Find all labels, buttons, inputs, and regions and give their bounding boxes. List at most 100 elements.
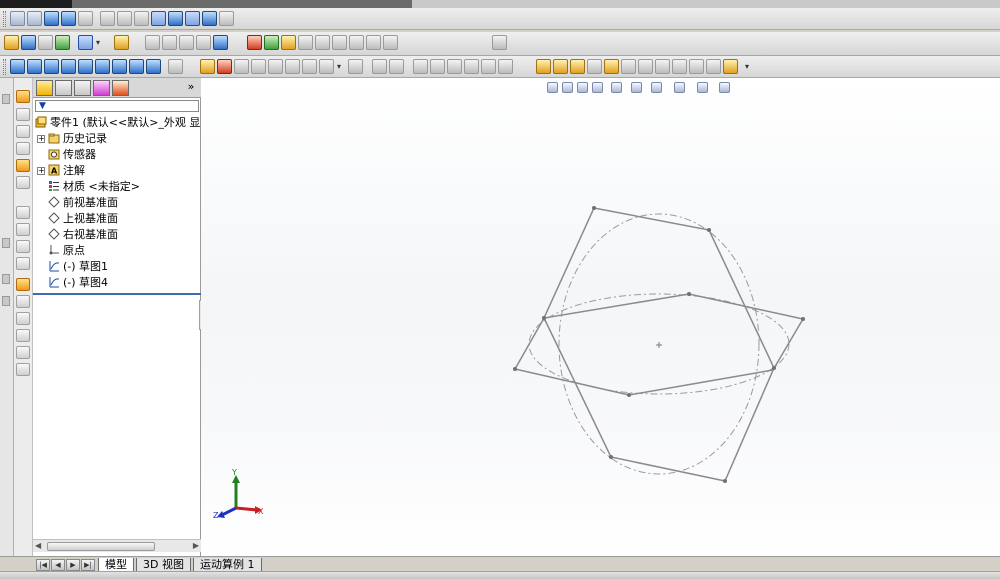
sketch-text-icon[interactable] (16, 363, 30, 376)
quick-snaps-icon[interactable] (16, 278, 30, 291)
front-view-icon[interactable] (10, 59, 25, 74)
rib-icon[interactable] (319, 59, 334, 74)
trimetric-view-icon[interactable] (129, 59, 144, 74)
toolbar-grip[interactable] (3, 11, 6, 27)
instant3d-icon[interactable] (498, 59, 513, 74)
revolve-icon[interactable] (217, 59, 232, 74)
tree-item-right-plane[interactable]: 右视基准面 (33, 227, 201, 243)
sketch-fillet-icon[interactable] (16, 159, 30, 172)
select-dropdown-icon[interactable]: ▾ (96, 36, 102, 49)
edit-sketch-icon[interactable] (16, 90, 30, 103)
expand-toggle-icon[interactable]: + (37, 167, 45, 175)
collapse-handle-icon[interactable] (2, 274, 10, 284)
rollback-bar[interactable] (33, 293, 201, 295)
right-view-icon[interactable] (61, 59, 76, 74)
convert-entities-icon[interactable] (723, 59, 738, 74)
line-tool-icon[interactable] (570, 59, 585, 74)
options-render-icon[interactable] (383, 35, 398, 50)
apply-scene-icon[interactable] (162, 35, 177, 50)
reference-geometry-icon[interactable] (348, 59, 363, 74)
sketch-point[interactable] (627, 393, 631, 397)
collapse-handle-icon[interactable] (2, 94, 10, 104)
arc-tool-icon[interactable] (621, 59, 636, 74)
save-icon[interactable] (21, 35, 36, 50)
rotate-view-icon[interactable] (44, 11, 59, 26)
tab-motion-study[interactable]: 运动算例 1 (193, 558, 262, 572)
rectangle-tool-icon[interactable] (587, 59, 602, 74)
ellipse-tool-icon[interactable] (655, 59, 670, 74)
left-view-icon[interactable] (44, 59, 59, 74)
rebuild-icon[interactable] (55, 35, 70, 50)
back-view-icon[interactable] (27, 59, 42, 74)
sketch-plane-icon[interactable] (16, 108, 30, 121)
boundary-icon[interactable] (268, 59, 283, 74)
previous-view-icon[interactable] (61, 11, 76, 26)
decal-icon[interactable] (281, 35, 296, 50)
open-file-icon[interactable] (4, 35, 19, 50)
tree-item-front-plane[interactable]: 前视基准面 (33, 195, 201, 211)
sketch-point[interactable] (723, 479, 727, 483)
fillet-icon[interactable] (285, 59, 300, 74)
linear-pattern-icon[interactable] (430, 59, 445, 74)
graphics-area[interactable]: Y X Z (201, 78, 1000, 556)
hidden-lines-removed-icon[interactable] (134, 11, 149, 26)
sketch-point[interactable] (609, 455, 613, 459)
chamfer-icon[interactable] (302, 59, 317, 74)
zoom-to-area-icon[interactable] (27, 11, 42, 26)
configuration-manager-tab[interactable] (74, 80, 91, 96)
property-manager-tab[interactable] (55, 80, 72, 96)
render-tools-icon[interactable] (298, 35, 313, 50)
sketch-point[interactable] (772, 366, 776, 370)
tab-3d-view[interactable]: 3D 视图 (136, 558, 191, 572)
sketch-offset-icon[interactable] (16, 176, 30, 189)
tree-item-sensors[interactable]: 传感器 (33, 147, 201, 163)
trim-tool-icon[interactable] (706, 59, 721, 74)
first-tab-icon[interactable]: |◀ (36, 559, 50, 571)
top-view-icon[interactable] (78, 59, 93, 74)
sweep-icon[interactable] (234, 59, 249, 74)
expand-panel-button[interactable]: » (185, 80, 197, 94)
realview-icon[interactable] (219, 11, 234, 26)
view-orientation-icon[interactable] (179, 35, 194, 50)
normal-to-icon[interactable] (168, 59, 183, 74)
prev-tab-icon[interactable]: ◀ (51, 559, 65, 571)
scroll-left-icon[interactable]: ◀ (35, 541, 41, 551)
schedule-render-icon[interactable] (349, 35, 364, 50)
shadows-icon[interactable] (185, 11, 200, 26)
mirror-entities-icon[interactable] (16, 206, 30, 219)
recall-render-icon[interactable] (366, 35, 381, 50)
extrude-icon[interactable] (200, 59, 215, 74)
sketch-point[interactable] (801, 317, 805, 321)
center-point-mark[interactable] (656, 342, 662, 348)
scene-icon[interactable] (264, 35, 279, 50)
tree-horizontal-scrollbar[interactable]: ◀ ▶ (33, 539, 201, 552)
sketch-3d-icon[interactable] (16, 125, 30, 138)
toolbar-grip[interactable] (3, 59, 6, 75)
section-view-icon[interactable] (78, 11, 93, 26)
tree-item-sketch4[interactable]: (-) 草图4 (33, 275, 201, 291)
collapse-handle-icon[interactable] (2, 296, 10, 306)
edit-appearance-icon[interactable] (145, 35, 160, 50)
sketch-line-icon[interactable] (16, 142, 30, 155)
mirror-icon[interactable] (413, 59, 428, 74)
bottom-view-icon[interactable] (95, 59, 110, 74)
shell-icon[interactable] (372, 59, 387, 74)
dimxpert-tab[interactable] (93, 80, 110, 96)
sketch-point[interactable] (687, 292, 691, 296)
next-tab-icon[interactable]: ▶ (66, 559, 80, 571)
measure-icon[interactable] (213, 35, 228, 50)
move-entities-icon[interactable] (16, 223, 30, 236)
tree-item-origin[interactable]: 原点 (33, 243, 201, 259)
rapid-sketch-icon[interactable] (16, 295, 30, 308)
select-cursor-icon[interactable] (78, 35, 93, 50)
shaded-with-edges-icon[interactable] (151, 11, 166, 26)
hole-wizard-icon[interactable] (464, 59, 479, 74)
spline-tool-icon[interactable] (638, 59, 653, 74)
print-icon[interactable] (38, 35, 53, 50)
draft-icon[interactable] (389, 59, 404, 74)
last-tab-icon[interactable]: ▶| (81, 559, 95, 571)
tree-item-sketch1[interactable]: (-) 草图1 (33, 259, 201, 275)
tree-item-top-plane[interactable]: 上视基准面 (33, 211, 201, 227)
options-icon[interactable] (114, 35, 129, 50)
hidden-lines-visible-icon[interactable] (117, 11, 132, 26)
